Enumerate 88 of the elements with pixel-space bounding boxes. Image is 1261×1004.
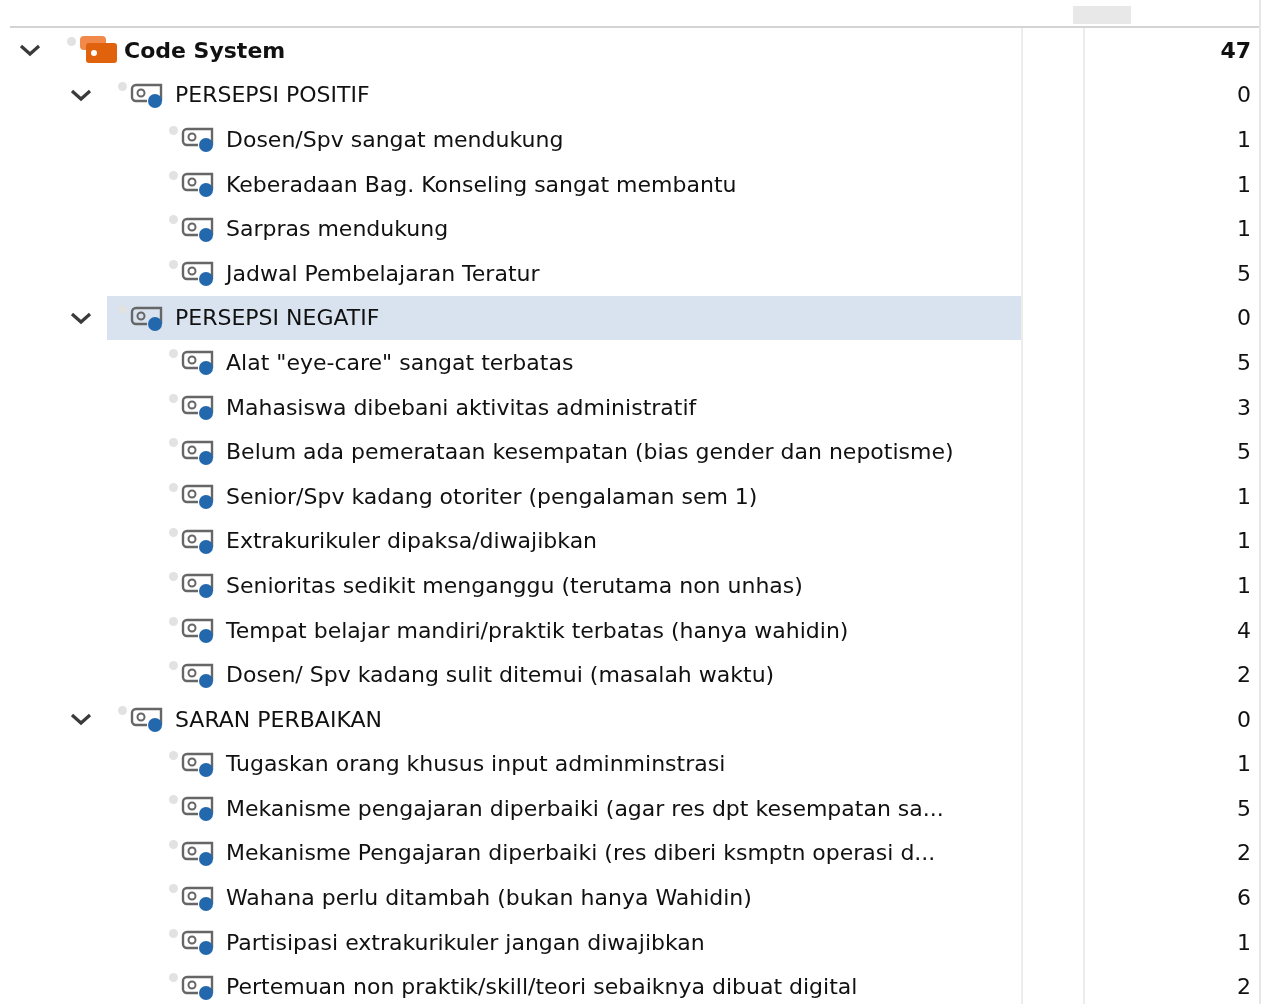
coded-segments-count: 2 [1236,839,1252,868]
coded-segments-count: 6 [1236,884,1252,913]
code-label: Extrakurikuler dipaksa/diwajibkan [226,528,598,554]
tree-item[interactable]: Partisipasi extrakurikuler jangan diwajibkan [158,919,1021,965]
coded-segments-count: 0 [1236,81,1252,110]
code-label: Code System [124,37,286,63]
status-dot [118,705,127,715]
coded-segments-count: 0 [1236,304,1252,333]
code-label: Tugaskan orang khusus input adminminstrasi [226,751,726,777]
coded-segments-count: 1 [1236,527,1252,556]
tree-item[interactable]: Keberadaan Bag. Konseling sangat membantu [158,161,1021,207]
code-label: Belum ada pemerataan kesempatan (bias gender dan nepotisme) [226,439,954,465]
tree-item[interactable]: Tempat belajar mandiri/praktik terbatas (hanya wahidin) [158,607,1021,653]
coded-segments-count: 1 [1236,482,1252,511]
coded-segments-count: 1 [1236,215,1252,244]
code-label: Senioritas sedikit menganggu (terutama non unhas) [226,572,803,598]
code-label: Jadwal Pembelajaran Teratur [226,260,540,286]
code-label: Mekanisme Pengajaran diperbaiki (res diberi ksmptn operasi d... [226,840,936,866]
code-label: Mahasiswa dibebani aktivitas administratif [226,394,697,420]
status-dot [169,215,178,225]
tree-item[interactable]: Mekanisme Pengajaran diperbaiki (res diberi ksmptn operasi d... [158,830,1021,876]
coded-segments-count: 5 [1236,259,1252,288]
code-label: Tempat belajar mandiri/praktik terbatas (hanya wahidin) [226,617,849,643]
status-dot [169,616,178,626]
coded-segments-count: 1 [1236,170,1252,199]
tree-item[interactable]: Mahasiswa dibebani aktivitas administratif [158,384,1021,430]
status-dot [169,393,178,403]
status-dot [169,572,178,582]
status-dot [169,527,178,537]
code-label: Partisipasi extrakurikuler jangan diwajibkan [226,929,705,955]
status-dot [169,661,178,671]
coded-segments-count: 5 [1236,794,1252,823]
tree-item[interactable]: Pertemuan non praktik/skill/teori sebaiknya dibuat digital [158,964,1021,1004]
tree-item[interactable]: PERSEPSI NEGATIF [107,295,1021,341]
tree-item[interactable]: Wahana perlu ditambah (bukan hanya Wahidin) [158,875,1021,920]
code-label: Wahana perlu ditambah (bukan hanya Wahidin) [226,885,752,911]
coded-segments-count: 3 [1236,393,1252,422]
code-label: PERSEPSI POSITIF [175,82,370,108]
tree-item[interactable]: Belum ada pemerataan kesempatan (bias gender dan nepotisme) [158,429,1021,474]
code-system-icon [78,35,118,66]
code-label: PERSEPSI NEGATIF [175,305,380,331]
tree-item[interactable]: PERSEPSI POSITIF [107,72,1021,118]
tree-item[interactable]: Tugaskan orang khusus input adminminstrasi [158,741,1021,787]
tree-item[interactable]: Senioritas sedikit menganggu (terutama non unhas) [158,563,1021,608]
status-dot [169,438,178,448]
coded-segments-count: 4 [1236,616,1252,645]
tree-item[interactable]: Alat "eye-care" sangat terbatas [158,340,1021,385]
coded-segments-count: 2 [1236,973,1252,1002]
tree-item[interactable]: Sarpras mendukung [158,206,1021,251]
coded-segments-count: 1 [1236,571,1252,600]
status-dot [118,81,127,91]
coded-segments-count: 47 [1219,36,1252,65]
status-dot [169,482,178,492]
coded-segments-count: 2 [1236,661,1252,690]
coded-segments-count: 1 [1236,750,1252,779]
coded-segments-count: 5 [1236,348,1252,377]
status-dot [169,126,178,136]
tree-item[interactable]: Dosen/ Spv kadang sulit ditemui (masalah waktu) [158,652,1021,697]
code-label: Keberadaan Bag. Konseling sangat membantu [226,171,737,197]
status-dot [169,349,178,359]
status-dot [169,259,178,269]
tree-item[interactable]: Mekanisme pengajaran diperbaiki (agar res dpt kesempatan sa... [158,786,1021,831]
code-label: Senior/Spv kadang otoriter (pengalaman sem 1) [226,483,758,509]
coded-segments-count: 5 [1236,438,1252,467]
status-dot [169,884,178,894]
status-dot [169,973,178,983]
tree-item[interactable]: SARAN PERBAIKAN [107,696,1021,742]
tree-item[interactable]: Senior/Spv kadang otoriter (pengalaman sem 1) [158,473,1021,519]
status-dot [169,795,178,805]
status-dot [169,928,178,938]
code-label: Sarpras mendukung [226,216,449,242]
code-label: SARAN PERBAIKAN [175,706,382,732]
code-label: Dosen/ Spv kadang sulit ditemui (masalah waktu) [226,662,775,688]
tree-item[interactable]: Jadwal Pembelajaran Teratur [158,250,1021,296]
status-dot [67,37,76,46]
coded-segments-count: 0 [1236,705,1252,734]
tree-item[interactable]: Extrakurikuler dipaksa/diwajibkan [158,518,1021,564]
status-dot [169,170,178,180]
code-label: Dosen/Spv sangat mendukung [226,127,564,152]
tree-item[interactable]: Dosen/Spv sangat mendukung [158,117,1021,162]
status-dot [169,839,178,849]
status-dot [169,750,178,760]
code-label: Mekanisme pengajaran diperbaiki (agar res dpt kesempatan sa... [226,795,944,821]
tree-item[interactable]: Code System [56,28,1021,73]
code-label: Alat "eye-care" sangat terbatas [226,349,574,375]
code-label: Pertemuan non praktik/skill/teori sebaiknya dibuat digital [226,974,858,1000]
coded-segments-count: 1 [1236,126,1252,154]
coded-segments-count: 1 [1236,928,1252,957]
